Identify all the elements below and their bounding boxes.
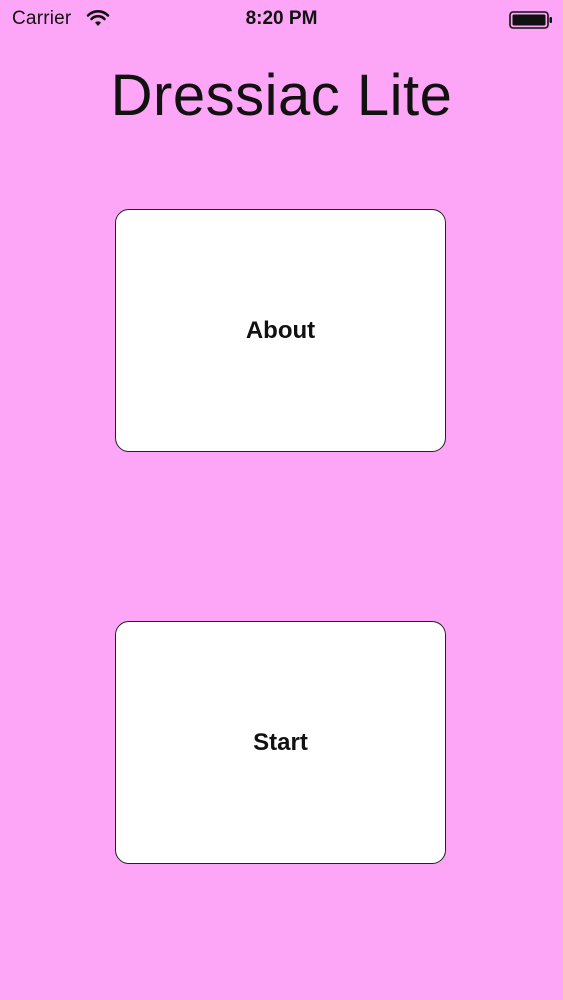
battery-icon: [509, 11, 553, 29]
about-button[interactable]: About: [115, 209, 446, 452]
app-screen: Carrier 8:20 PM Dressiac Lite About Star…: [0, 0, 563, 1000]
status-time: 8:20 PM: [245, 8, 318, 29]
about-button-label: About: [245, 316, 316, 344]
app-title: Dressiac Lite: [110, 63, 453, 128]
status-bar: Carrier 8:20 PM: [0, 0, 563, 40]
start-button[interactable]: Start: [115, 621, 446, 864]
start-button-label: Start: [253, 728, 308, 756]
